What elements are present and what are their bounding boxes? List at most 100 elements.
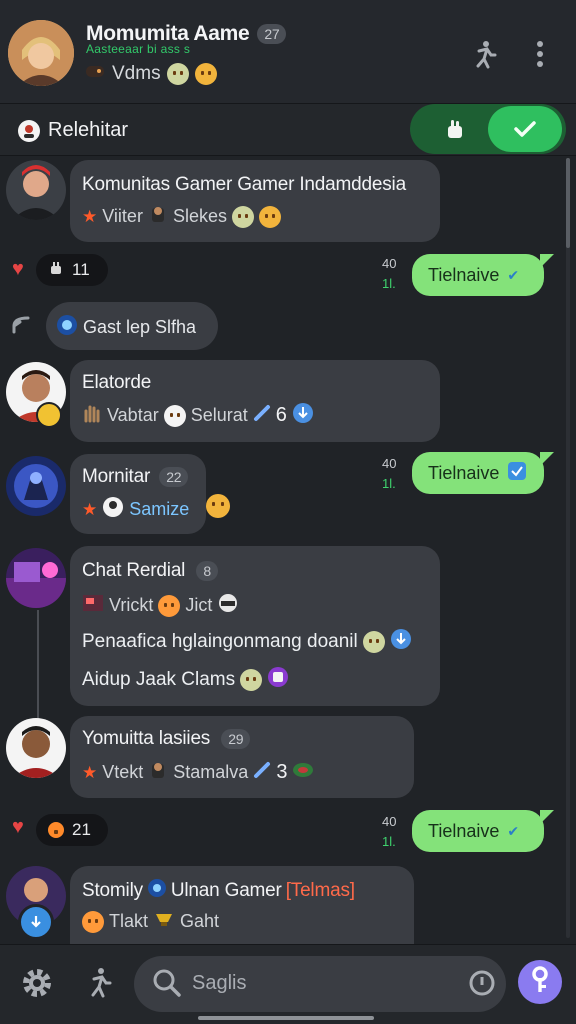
avatar[interactable] — [6, 718, 66, 778]
chevron-down-icon: ✔ — [507, 266, 520, 283]
search-input[interactable] — [134, 956, 506, 1012]
message-body: Aidup Jaak Clams — [82, 666, 289, 694]
reaction-pill[interactable]: 11 — [36, 254, 108, 286]
message-title: Elatorde — [82, 372, 152, 393]
member-count-badge: 27 — [257, 24, 287, 45]
group-avatar[interactable] — [8, 20, 74, 86]
message-meta: Vabtar Selurat 6 — [82, 402, 314, 429]
thread-line — [37, 610, 39, 720]
heart-icon[interactable]: ♥ — [12, 816, 24, 839]
character-icon — [148, 760, 168, 785]
emoji-icon — [166, 63, 189, 85]
chat-subtitle: Aasteeaar bi ass s — [86, 42, 191, 56]
hand-icon — [48, 260, 64, 281]
heart-icon[interactable]: ♥ — [12, 258, 24, 281]
trophy-icon — [153, 910, 175, 933]
image-icon — [82, 593, 104, 618]
sent-message-bubble[interactable]: Tielnaive ✔ — [412, 810, 554, 852]
message-bubble[interactable]: Elatorde Vabtar Selurat 6 — [70, 360, 440, 442]
more-vertical-icon[interactable] — [522, 36, 558, 72]
sent-message-bubble[interactable]: Tielnaive ✔ — [412, 254, 554, 296]
avatar[interactable] — [6, 160, 66, 220]
message-bubble[interactable]: Yomuitta lasiies 29 ★ Vtekt Stamalva 3 — [70, 716, 414, 798]
gem-icon — [292, 762, 314, 783]
mode-toggle[interactable] — [410, 104, 566, 154]
key-icon — [528, 965, 552, 999]
message-meta: Vrickt Jict — [82, 592, 239, 619]
user-icon — [102, 496, 124, 523]
sword-icon — [253, 404, 271, 427]
download-icon — [292, 402, 314, 429]
star-icon: ★ — [82, 499, 98, 519]
check-icon[interactable] — [488, 106, 562, 152]
share-icon[interactable] — [18, 904, 54, 940]
message-bubble[interactable]: Chat Rerdial 8 Vrickt Jict Penaafica hgl… — [70, 546, 440, 706]
reply-icon[interactable] — [8, 312, 34, 343]
avatar[interactable] — [6, 548, 66, 608]
download-icon — [390, 628, 412, 656]
emoji-face-icon — [48, 822, 64, 838]
search-placeholder: Saglis — [192, 972, 247, 994]
message-meta: ★ Viiter Slekes — [82, 204, 281, 229]
character-icon — [148, 204, 168, 229]
game-icon — [147, 878, 167, 904]
emoji-face-icon — [194, 63, 217, 85]
message-meta: ★ Samize — [82, 496, 189, 523]
emoji-face-icon — [82, 910, 104, 933]
reply-content: Gast lep Slfha — [56, 314, 196, 341]
topic-label: Relehitar — [48, 119, 129, 141]
emoji-icon — [240, 669, 263, 691]
emoji-face-icon — [206, 494, 230, 518]
emoji-face-icon — [163, 404, 186, 427]
message-time: 40 1l. — [382, 256, 397, 291]
message-title: Komunitas Gamer Gamer Indamddesia — [82, 174, 406, 195]
star-icon: ★ — [82, 206, 98, 226]
message-time: 40 1l. — [382, 814, 397, 849]
message-title: Chat Rerdial 8 — [82, 560, 218, 582]
emoji-face-icon — [158, 594, 181, 617]
sword-icon — [253, 761, 271, 784]
reply-bubble[interactable]: Gast lep Slfha — [46, 302, 218, 350]
sent-message-bubble[interactable]: Tielnaive — [412, 452, 554, 494]
level-badge-icon — [36, 402, 62, 428]
count-badge: 8 — [196, 560, 218, 581]
key-button[interactable] — [518, 960, 562, 1004]
hand-wave-icon — [82, 403, 102, 428]
reaction-pill[interactable]: 21 — [36, 814, 108, 846]
info-icon[interactable] — [468, 969, 496, 1002]
game-icon — [56, 314, 78, 341]
count-badge: 29 — [221, 728, 251, 749]
message-title: Yomuitta lasiies 29 — [82, 728, 251, 750]
count-badge: 22 — [159, 466, 189, 487]
chevron-down-icon: ✔ — [507, 822, 520, 839]
scrollbar-thumb[interactable] — [566, 158, 570, 248]
home-indicator[interactable] — [198, 1016, 374, 1020]
message-meta: ★ Vtekt Stamalva 3 — [82, 760, 314, 785]
avatar[interactable] — [6, 456, 66, 516]
hand-icon[interactable] — [420, 104, 490, 154]
message-bubble[interactable]: Stomily Ulnan Gamer [Telmas] Tlakt Gaht — [70, 866, 414, 944]
game-controller-icon — [84, 60, 106, 88]
emoji-icon — [362, 631, 385, 653]
purple-badge-icon — [267, 666, 289, 694]
helmet-icon — [217, 592, 239, 619]
scrollbar-track[interactable] — [566, 158, 570, 938]
user-icon — [18, 120, 40, 142]
message-bubble[interactable]: Komunitas Gamer Gamer Indamddesia ★ Viit… — [70, 160, 440, 242]
message-bubble[interactable]: Mornitar 22 ★ Samize — [70, 454, 206, 534]
chat-header: Momumita Aame 27 Aasteeaar bi ass s Vdms — [0, 0, 576, 104]
search-icon[interactable] — [152, 968, 182, 1003]
message-title: Stomily Ulnan Gamer [Telmas] — [82, 878, 355, 904]
emoji-face-icon — [258, 205, 281, 228]
emoji-icon — [231, 205, 254, 228]
message-meta: Tlakt Gaht — [82, 910, 219, 933]
person-run-icon[interactable] — [466, 36, 502, 72]
message-time: 40 1l. — [382, 456, 397, 491]
check-badge-icon — [507, 461, 527, 486]
person-run-icon[interactable] — [84, 966, 114, 1005]
star-icon: ★ — [82, 762, 98, 782]
message-body: Penaafica hglaingonmang doanil — [82, 628, 412, 656]
gear-icon[interactable] — [20, 966, 54, 1005]
message-title: Mornitar 22 — [82, 466, 189, 488]
chat-status: Vdms — [84, 60, 217, 88]
